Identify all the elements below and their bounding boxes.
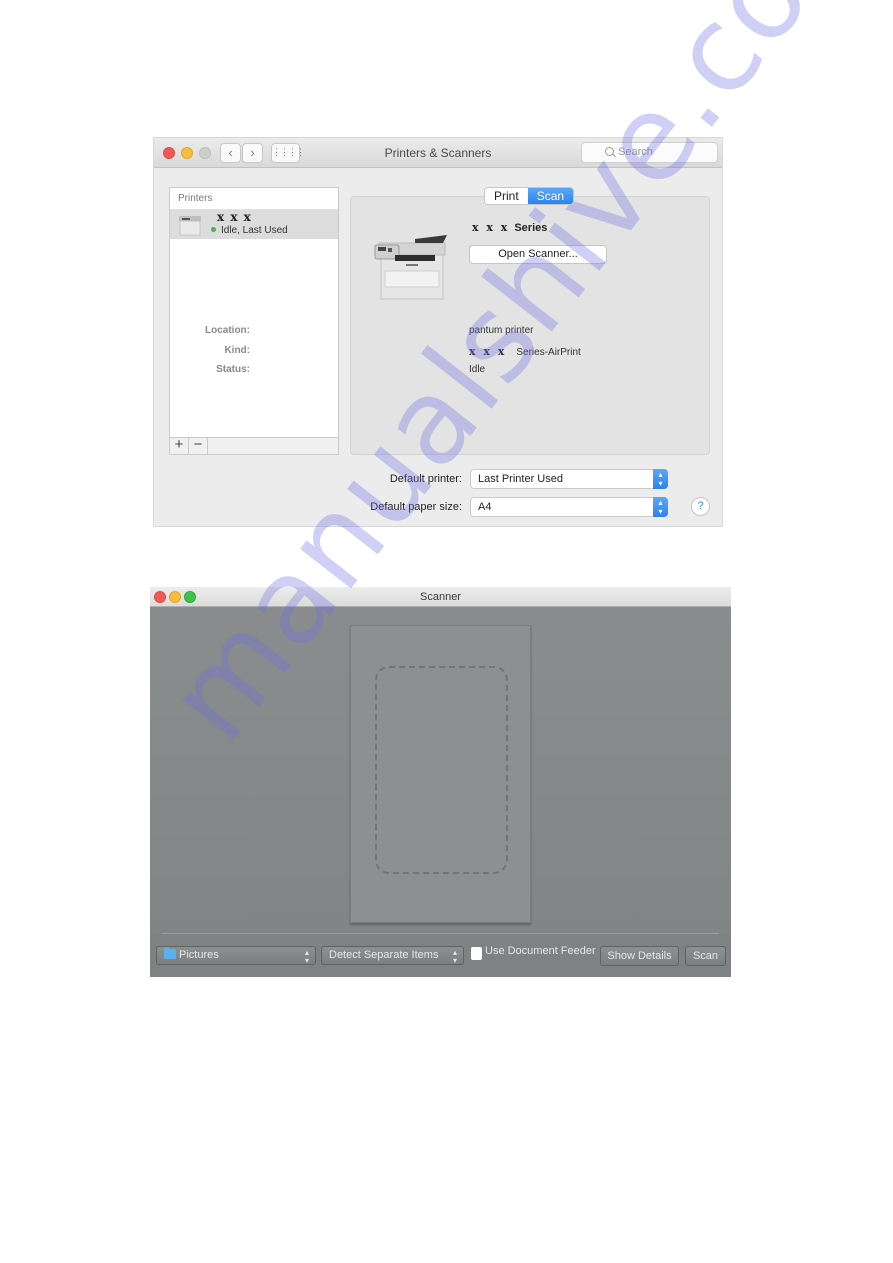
destination-value: Pictures [179,949,219,961]
default-printer-value: Last Printer Used [478,473,563,485]
status-label: Status: [216,364,250,375]
printer-image-icon [374,235,447,300]
default-paper-select[interactable]: A4 ▴ ▾ [470,497,668,517]
folder-icon [164,947,176,959]
remove-printer-button[interactable]: − [189,437,208,454]
use-document-feeder-label: Use Document Feeder [485,945,596,957]
add-printer-button[interactable]: + [170,437,189,454]
tab-print[interactable]: Print [485,188,528,204]
printer-list-header: Printers [170,188,338,210]
detect-mode-select[interactable]: Detect Separate Items ▴ ▾ [321,946,464,965]
show-details-button[interactable]: Show Details [600,946,679,966]
scanner-toolbar: Pictures ▴ ▾ Detect Separate Items ▴ ▾ Use… [150,934,731,977]
printer-status: Idle, Last Used [211,225,288,236]
tab-scan[interactable]: Scan [527,188,574,204]
default-paper-label: Default paper size: [370,501,462,513]
print-scan-tabs: Print Scan [484,187,575,205]
scan-preview-area[interactable] [150,607,731,933]
printer-list-item[interactable]: x x x Idle, Last Used [170,210,338,239]
window-title: Scanner [420,591,461,603]
kind-prefix: x x x [469,345,507,358]
help-button[interactable]: ? [691,497,710,516]
default-paper-value: A4 [478,501,492,513]
model-suffix: Series [514,222,548,234]
title-bar: Scanner [150,587,731,607]
search-icon [605,147,614,156]
chevron-up-down-icon: ▴ ▾ [304,948,309,965]
printers-scanners-window: ‹ › ⋮⋮⋮⋮ Printers & Scanners Search Prin… [153,137,723,527]
list-footer: + − [170,437,338,454]
kind-label: Kind: [224,345,250,356]
printer-name: x x x [217,210,252,224]
printer-status-text: Idle, Last Used [221,225,288,236]
model-prefix: x x x [472,221,510,234]
printer-list: Printers x x x Idle, Last Used + − [169,187,339,455]
scanner-model: x x x Series [472,221,547,234]
chevron-up-down-icon: ▴ ▾ [653,469,668,489]
chevron-up-down-icon: ▴ ▾ [653,497,668,517]
search-input[interactable]: Search [581,142,718,163]
use-document-feeder-checkbox[interactable] [471,947,482,960]
location-value: pantum printer [469,325,534,336]
kind-suffix: Series-AirPrint [516,347,581,358]
open-scanner-button[interactable]: Open Scanner... [469,245,607,264]
destination-select[interactable]: Pictures ▴ ▾ [156,946,316,965]
default-printer-select[interactable]: Last Printer Used ▴ ▾ [470,469,668,489]
detect-mode-value: Detect Separate Items [329,949,439,961]
kind-value: x x x Series-AirPrint [469,345,581,358]
scan-bed-sheet [350,625,531,923]
location-label: Location: [205,325,250,336]
status-dot-icon [211,227,216,232]
default-printer-label: Default printer: [389,473,462,485]
chevron-up-down-icon: ▴ ▾ [452,948,457,965]
scanner-window: Scanner Pictures ▴ ▾ Detect Separate Item… [150,587,731,977]
status-value: Idle [469,364,486,375]
search-placeholder: Search [618,146,653,158]
scan-button[interactable]: Scan [685,946,726,966]
printer-thumbnail-icon [179,216,201,236]
question-mark-icon: ? [697,500,704,512]
title-bar: ‹ › ⋮⋮⋮⋮ Printers & Scanners Search [154,138,722,168]
scan-selection-outline[interactable] [375,666,508,874]
